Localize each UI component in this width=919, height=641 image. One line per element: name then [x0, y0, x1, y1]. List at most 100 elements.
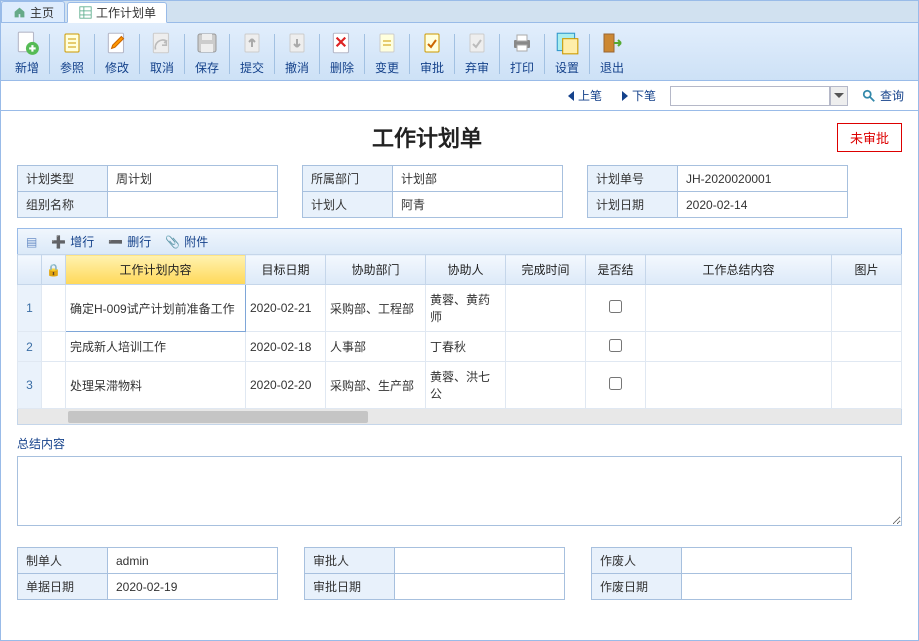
- done-checkbox[interactable]: [609, 339, 622, 352]
- cell-assistant[interactable]: 丁春秋: [426, 332, 506, 362]
- cell-image[interactable]: [832, 285, 902, 332]
- grid-menu-icon[interactable]: ▤: [26, 235, 37, 249]
- group-name-value[interactable]: [108, 192, 278, 218]
- cell-donetime[interactable]: [506, 362, 586, 409]
- search-input[interactable]: [670, 86, 830, 106]
- planner-value[interactable]: 阿青: [393, 192, 563, 218]
- col-assistant[interactable]: 协助人: [426, 255, 506, 285]
- cell-assistdept[interactable]: 采购部、生产部: [326, 362, 426, 409]
- col-summary[interactable]: 工作总结内容: [646, 255, 832, 285]
- scrollbar-thumb[interactable]: [68, 411, 368, 423]
- done-checkbox[interactable]: [609, 300, 622, 313]
- field-group-left: 计划类型周计划 组别名称: [17, 165, 278, 218]
- cell-content[interactable]: 完成新人培训工作: [66, 332, 246, 362]
- plan-type-value[interactable]: 周计划: [108, 166, 278, 192]
- change-button[interactable]: 变更: [367, 27, 407, 80]
- reject-button[interactable]: 弃审: [457, 27, 497, 80]
- col-rownum[interactable]: [18, 255, 42, 285]
- submit-button[interactable]: 提交: [232, 27, 272, 80]
- col-content[interactable]: 工作计划内容: [66, 255, 246, 285]
- form-body: 工作计划单 未审批 计划类型周计划 组别名称 所属部门计划部 计划人阿青 计划单…: [1, 111, 918, 640]
- setting-button[interactable]: 设置: [547, 27, 587, 80]
- plandate-value[interactable]: 2020-02-14: [678, 192, 848, 218]
- col-image[interactable]: 图片: [832, 255, 902, 285]
- void-label: 作废人: [592, 548, 682, 574]
- cell-lock: [42, 285, 66, 332]
- cell-content[interactable]: 处理呆滞物料: [66, 362, 246, 409]
- cell-lock: [42, 362, 66, 409]
- row-number: 2: [18, 332, 42, 362]
- tab-home[interactable]: 主页: [1, 1, 65, 22]
- footer-group-void: 作废人 作废日期: [591, 547, 852, 600]
- cell-donetime[interactable]: [506, 332, 586, 362]
- col-donetime[interactable]: 完成时间: [506, 255, 586, 285]
- search-dropdown-button[interactable]: [830, 86, 848, 106]
- cell-done[interactable]: [586, 362, 646, 409]
- cell-targetdate[interactable]: 2020-02-20: [246, 362, 326, 409]
- cell-summary[interactable]: [646, 285, 832, 332]
- undo-button[interactable]: 撤消: [277, 27, 317, 80]
- print-button[interactable]: 打印: [502, 27, 542, 80]
- dept-value[interactable]: 计划部: [393, 166, 563, 192]
- ref-icon: [58, 29, 86, 57]
- exit-button[interactable]: 退出: [592, 27, 632, 80]
- col-lock[interactable]: 🔒: [42, 255, 66, 285]
- cell-summary[interactable]: [646, 332, 832, 362]
- col-assistdept[interactable]: 协助部门: [326, 255, 426, 285]
- col-done[interactable]: 是否结: [586, 255, 646, 285]
- horizontal-scrollbar[interactable]: [17, 409, 902, 425]
- cell-done[interactable]: [586, 332, 646, 362]
- reject-icon: [463, 29, 491, 57]
- cell-assistdept[interactable]: 人事部: [326, 332, 426, 362]
- prev-record-button[interactable]: 上笔: [562, 85, 608, 106]
- add-row-button[interactable]: ➕增行: [51, 233, 94, 250]
- cell-summary[interactable]: [646, 362, 832, 409]
- cell-image[interactable]: [832, 362, 902, 409]
- table-row[interactable]: 3处理呆滞物料2020-02-20采购部、生产部黄蓉、洪七公: [18, 362, 902, 409]
- triangle-right-icon: [622, 91, 628, 101]
- col-targetdate[interactable]: 目标日期: [246, 255, 326, 285]
- done-checkbox[interactable]: [609, 377, 622, 390]
- new-button[interactable]: 新增: [7, 27, 47, 80]
- undo-icon: [283, 29, 311, 57]
- tab-document[interactable]: 工作计划单: [67, 2, 167, 23]
- maker-value: admin: [108, 548, 278, 574]
- footer-group-maker: 制单人admin 单据日期2020-02-19: [17, 547, 278, 600]
- cell-targetdate[interactable]: 2020-02-21: [246, 285, 326, 332]
- approve-button[interactable]: 审批: [412, 27, 452, 80]
- tab-doc-label: 工作计划单: [96, 4, 156, 21]
- cell-done[interactable]: [586, 285, 646, 332]
- delete-button[interactable]: 删除: [322, 27, 362, 80]
- table-row[interactable]: 2 完成新人培训工作2020-02-18人事部丁春秋: [18, 332, 902, 362]
- grid-icon: [78, 6, 92, 20]
- cell-donetime[interactable]: [506, 285, 586, 332]
- cell-lock: [42, 332, 66, 362]
- cell-content[interactable]: 确定H-009试产计划前准备工作: [66, 285, 246, 332]
- docdate-label: 单据日期: [18, 574, 108, 600]
- save-button[interactable]: 保存: [187, 27, 227, 80]
- cancel-button[interactable]: 取消: [142, 27, 182, 80]
- summary-input[interactable]: [17, 456, 902, 526]
- row-number: 1: [18, 285, 42, 332]
- approve-icon: [418, 29, 446, 57]
- home-icon: [12, 5, 26, 19]
- docno-label: 计划单号: [588, 166, 678, 192]
- edit-button[interactable]: 修改: [97, 27, 137, 80]
- ref-button[interactable]: 参照: [52, 27, 92, 80]
- tab-strip: 主页 工作计划单: [1, 1, 918, 23]
- cell-assistant[interactable]: 黄蓉、洪七公: [426, 362, 506, 409]
- setting-icon: [553, 29, 581, 57]
- cell-assistant[interactable]: 黄蓉、黄药师: [426, 285, 506, 332]
- docno-value[interactable]: JH-2020020001: [678, 166, 848, 192]
- cell-targetdate[interactable]: 2020-02-18: [246, 332, 326, 362]
- attach-button[interactable]: 📎附件: [165, 233, 208, 250]
- tab-home-label: 主页: [30, 4, 54, 21]
- table-row[interactable]: 1 确定H-009试产计划前准备工作2020-02-21采购部、工程部黄蓉、黄药师: [18, 285, 902, 332]
- del-row-button[interactable]: ➖删行: [108, 233, 151, 250]
- next-record-button[interactable]: 下笔: [616, 85, 662, 106]
- cell-image[interactable]: [832, 332, 902, 362]
- query-button[interactable]: 查询: [856, 85, 910, 106]
- exit-icon: [598, 29, 626, 57]
- save-icon: [193, 29, 221, 57]
- cell-assistdept[interactable]: 采购部、工程部: [326, 285, 426, 332]
